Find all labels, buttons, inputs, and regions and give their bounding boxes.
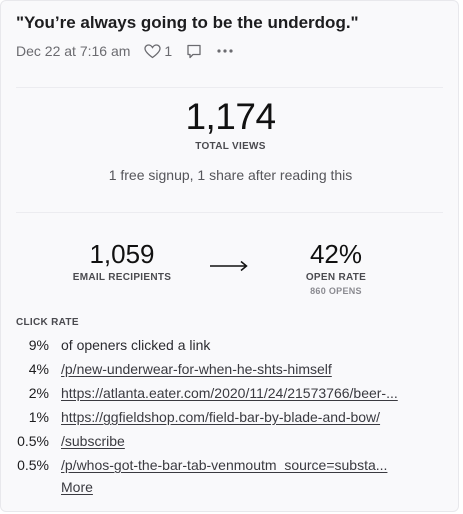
click-rate-heading: CLICK RATE: [16, 317, 79, 328]
divider: [16, 87, 443, 88]
list-item: 0.5% /p/whos-got-the-bar-tab-venmoutm_so…: [1, 454, 445, 476]
list-item: 0.5% /subscribe: [1, 430, 445, 452]
more-link[interactable]: More: [61, 479, 93, 495]
heart-icon[interactable]: [144, 43, 162, 59]
email-recipients-value: 1,059: [89, 239, 155, 269]
email-recipients-label: EMAIL RECIPIENTS: [72, 272, 172, 283]
list-item: 9% of openers clicked a link: [1, 334, 445, 356]
click-link[interactable]: https://atlanta.eater.com/2020/11/24/215…: [61, 385, 445, 401]
total-views-value: 1,174: [185, 96, 276, 137]
list-item: 4% /p/new-underwear-for-when-he-shts-him…: [1, 358, 445, 380]
click-percent: 0.5%: [17, 457, 49, 473]
signup-share-summary: 1 free signup, 1 share after reading thi…: [108, 167, 353, 183]
open-rate-stat: 42% OPEN RATE 860 OPENS: [261, 239, 411, 296]
comment-icon[interactable]: [186, 44, 202, 59]
click-percent: 0.5%: [17, 433, 49, 449]
click-link[interactable]: https://ggfieldshop.com/field-bar-by-bla…: [61, 409, 445, 425]
click-description: of openers clicked a link: [61, 337, 211, 353]
arrow-right-icon: [209, 259, 249, 278]
click-link[interactable]: /p/new-underwear-for-when-he-shts-himsel…: [61, 361, 445, 377]
more-icon[interactable]: [216, 48, 234, 54]
click-link[interactable]: /p/whos-got-the-bar-tab-venmoutm_source=…: [61, 457, 445, 473]
click-percent: 9%: [28, 337, 49, 353]
list-item: 2% https://atlanta.eater.com/2020/11/24/…: [1, 382, 445, 404]
post-stats-card: "You’re always going to be the underdog.…: [0, 0, 459, 512]
total-views-label: TOTAL VIEWS: [195, 141, 266, 152]
click-percent: 4%: [28, 361, 49, 377]
list-item: 1% https://ggfieldshop.com/field-bar-by-…: [1, 406, 445, 428]
post-date: Dec 22 at 7:16 am: [16, 43, 131, 59]
divider: [16, 212, 443, 213]
click-percent: 1%: [28, 409, 49, 425]
email-recipients-stat: 1,059 EMAIL RECIPIENTS: [47, 239, 197, 283]
open-rate-label: OPEN RATE: [305, 272, 367, 283]
post-title[interactable]: "You’re always going to be the underdog.…: [16, 13, 359, 33]
click-percent: 2%: [28, 385, 49, 401]
post-meta: Dec 22 at 7:16 am 1: [16, 43, 234, 59]
click-link[interactable]: /subscribe: [61, 433, 445, 449]
opens-count: 860 OPENS: [310, 286, 362, 296]
like-count: 1: [164, 43, 173, 59]
open-rate-value: 42%: [309, 239, 363, 269]
